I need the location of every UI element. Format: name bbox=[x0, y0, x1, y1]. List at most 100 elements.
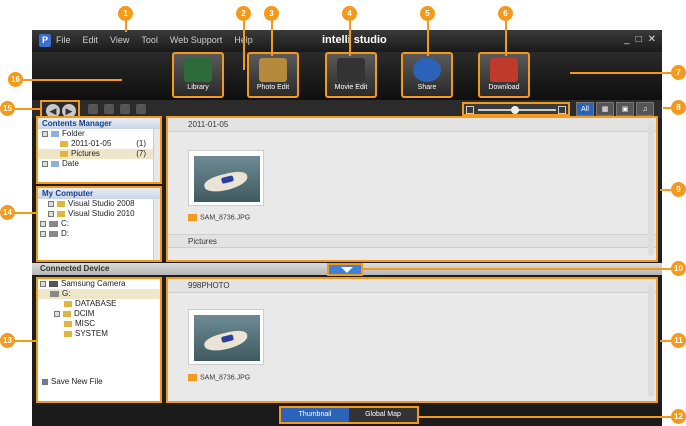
file-name-label: SAM_8736.JPG bbox=[188, 214, 250, 221]
tree-row-database[interactable]: DATABASE bbox=[38, 299, 160, 309]
tree-row-drive-g[interactable]: G: bbox=[38, 289, 160, 299]
device-content-scrollbar[interactable] bbox=[648, 283, 654, 397]
tree-row-samsung-camera[interactable]: Samsung Camera bbox=[38, 279, 160, 289]
content-scrollbar[interactable] bbox=[648, 122, 654, 256]
maximize-icon[interactable]: □ bbox=[636, 34, 642, 45]
section-header-pictures[interactable]: Pictures bbox=[168, 234, 656, 248]
section-header-date[interactable]: 2011-01-05 bbox=[168, 118, 656, 132]
callout-7: 7 bbox=[671, 65, 686, 80]
share-globe-icon bbox=[413, 58, 441, 82]
download-label: Download bbox=[488, 84, 520, 91]
callout-1: 1 bbox=[118, 6, 133, 21]
callout-14: 14 bbox=[0, 205, 15, 220]
photo-edit-button[interactable]: Photo Edit bbox=[247, 52, 299, 98]
intelli-studio-window: P File Edit View Tool Web Support Help i… bbox=[32, 30, 662, 426]
callout-line-12 bbox=[418, 416, 672, 418]
close-icon[interactable]: ✕ bbox=[648, 34, 656, 45]
tree-row-folder[interactable]: Folder bbox=[38, 129, 160, 139]
library-button[interactable]: Library bbox=[172, 52, 224, 98]
minimize-icon[interactable]: _ bbox=[624, 34, 630, 45]
zoom-in-icon[interactable] bbox=[558, 106, 566, 114]
tree-row-2011-01-05[interactable]: 2011-01-05 (1) bbox=[38, 139, 160, 149]
status-bar: Thumbnail Global Map bbox=[32, 404, 662, 426]
expand-toggle-button[interactable] bbox=[327, 263, 363, 276]
delete-icon[interactable] bbox=[136, 104, 146, 114]
share-label: Share bbox=[417, 84, 437, 91]
library-label: Library bbox=[187, 84, 209, 91]
callout-11: 11 bbox=[671, 333, 686, 348]
menu-tool[interactable]: Tool bbox=[141, 35, 158, 45]
tree-row-dcim[interactable]: DCIM bbox=[38, 309, 160, 319]
tree-row-visual-studio-2008[interactable]: Visual Studio 2008 bbox=[38, 199, 160, 209]
callout-line-13 bbox=[14, 340, 36, 342]
zoom-knob[interactable] bbox=[511, 106, 520, 114]
menu-bar: File Edit View Tool Web Support Help bbox=[56, 35, 253, 45]
callout-12: 12 bbox=[671, 409, 686, 424]
tree-row-pictures[interactable]: Pictures (7) bbox=[38, 149, 160, 159]
filter-video-icon[interactable]: ▣ bbox=[616, 102, 634, 116]
contents-manager-title: Contents Manager bbox=[38, 118, 160, 129]
filter-all-button[interactable]: All bbox=[576, 102, 594, 116]
library-content-panel: 2011-01-05 SAM_8736.JPG Pictures bbox=[166, 116, 658, 262]
tree-row-date[interactable]: Date bbox=[38, 159, 160, 169]
download-icon bbox=[490, 58, 518, 82]
connected-device-panel: Samsung Camera G: DATABASE DCIM MISC SYS… bbox=[36, 277, 162, 403]
callout-line-2 bbox=[243, 20, 245, 70]
main-toolbar: Library Photo Edit Movie Edit Share Down… bbox=[32, 52, 662, 100]
tree-row-misc[interactable]: MISC bbox=[38, 319, 160, 329]
callout-line-7 bbox=[570, 72, 672, 74]
my-computer-scrollbar[interactable] bbox=[153, 199, 160, 260]
menu-file[interactable]: File bbox=[56, 35, 71, 45]
device-photo-thumbnail[interactable] bbox=[188, 309, 264, 365]
library-icon bbox=[184, 58, 212, 82]
cut-icon[interactable] bbox=[104, 104, 114, 114]
callout-line-15 bbox=[14, 108, 40, 110]
contents-manager-scrollbar[interactable] bbox=[153, 129, 160, 182]
thumbnail-mode-button[interactable]: Thumbnail bbox=[281, 408, 349, 422]
export-icon[interactable] bbox=[120, 104, 130, 114]
window-controls: _ □ ✕ bbox=[624, 34, 656, 45]
menu-edit[interactable]: Edit bbox=[83, 35, 99, 45]
connected-device-title: Connected Device bbox=[40, 264, 110, 273]
callout-line-3 bbox=[271, 20, 273, 56]
callout-2: 2 bbox=[236, 6, 251, 21]
callout-16: 16 bbox=[8, 72, 23, 87]
callout-line-14 bbox=[14, 212, 36, 214]
callout-6: 6 bbox=[498, 6, 513, 21]
share-button[interactable]: Share bbox=[401, 52, 453, 98]
title-bar: P File Edit View Tool Web Support Help i… bbox=[32, 30, 662, 52]
save-new-file-button[interactable]: Save New File bbox=[42, 377, 103, 386]
movie-edit-icon bbox=[337, 58, 365, 82]
my-computer-title: My Computer bbox=[38, 188, 160, 199]
contents-manager-panel: Contents Manager Folder 2011-01-05 (1) Pi… bbox=[36, 116, 162, 184]
my-computer-panel: My Computer Visual Studio 2008 Visual St… bbox=[36, 186, 162, 262]
photo-thumbnail[interactable] bbox=[188, 150, 264, 206]
device-file-name-label: SAM_8736.JPG bbox=[188, 374, 250, 381]
global-map-mode-button[interactable]: Global Map bbox=[349, 408, 417, 422]
zoom-slider[interactable] bbox=[462, 102, 570, 116]
tree-row-drive-c[interactable]: C: bbox=[38, 219, 160, 229]
callout-line-5 bbox=[427, 20, 429, 56]
callout-line-4 bbox=[349, 20, 351, 56]
view-filter-buttons: All ▦ ▣ ♫ bbox=[576, 102, 654, 116]
callout-10: 10 bbox=[671, 261, 686, 276]
callout-15: 15 bbox=[0, 101, 15, 116]
app-logo-icon: P bbox=[39, 34, 51, 47]
movie-edit-button[interactable]: Movie Edit bbox=[325, 52, 377, 98]
move-icon[interactable] bbox=[88, 104, 98, 114]
section-header-998photo[interactable]: 998PHOTO bbox=[168, 279, 656, 293]
photo-edit-icon bbox=[259, 58, 287, 82]
tree-row-system[interactable]: SYSTEM bbox=[38, 329, 160, 339]
tree-row-drive-d[interactable]: D: bbox=[38, 229, 160, 239]
callout-line-16 bbox=[22, 79, 122, 81]
download-button[interactable]: Download bbox=[478, 52, 530, 98]
zoom-out-icon[interactable] bbox=[466, 106, 474, 114]
callout-3: 3 bbox=[264, 6, 279, 21]
menu-view[interactable]: View bbox=[110, 35, 129, 45]
filter-music-icon[interactable]: ♫ bbox=[636, 102, 654, 116]
callout-line-10 bbox=[363, 268, 672, 270]
app-title: intelli studio bbox=[322, 34, 387, 46]
filter-photo-icon[interactable]: ▦ bbox=[596, 102, 614, 116]
tree-row-visual-studio-2010[interactable]: Visual Studio 2010 bbox=[38, 209, 160, 219]
menu-web-support[interactable]: Web Support bbox=[170, 35, 222, 45]
